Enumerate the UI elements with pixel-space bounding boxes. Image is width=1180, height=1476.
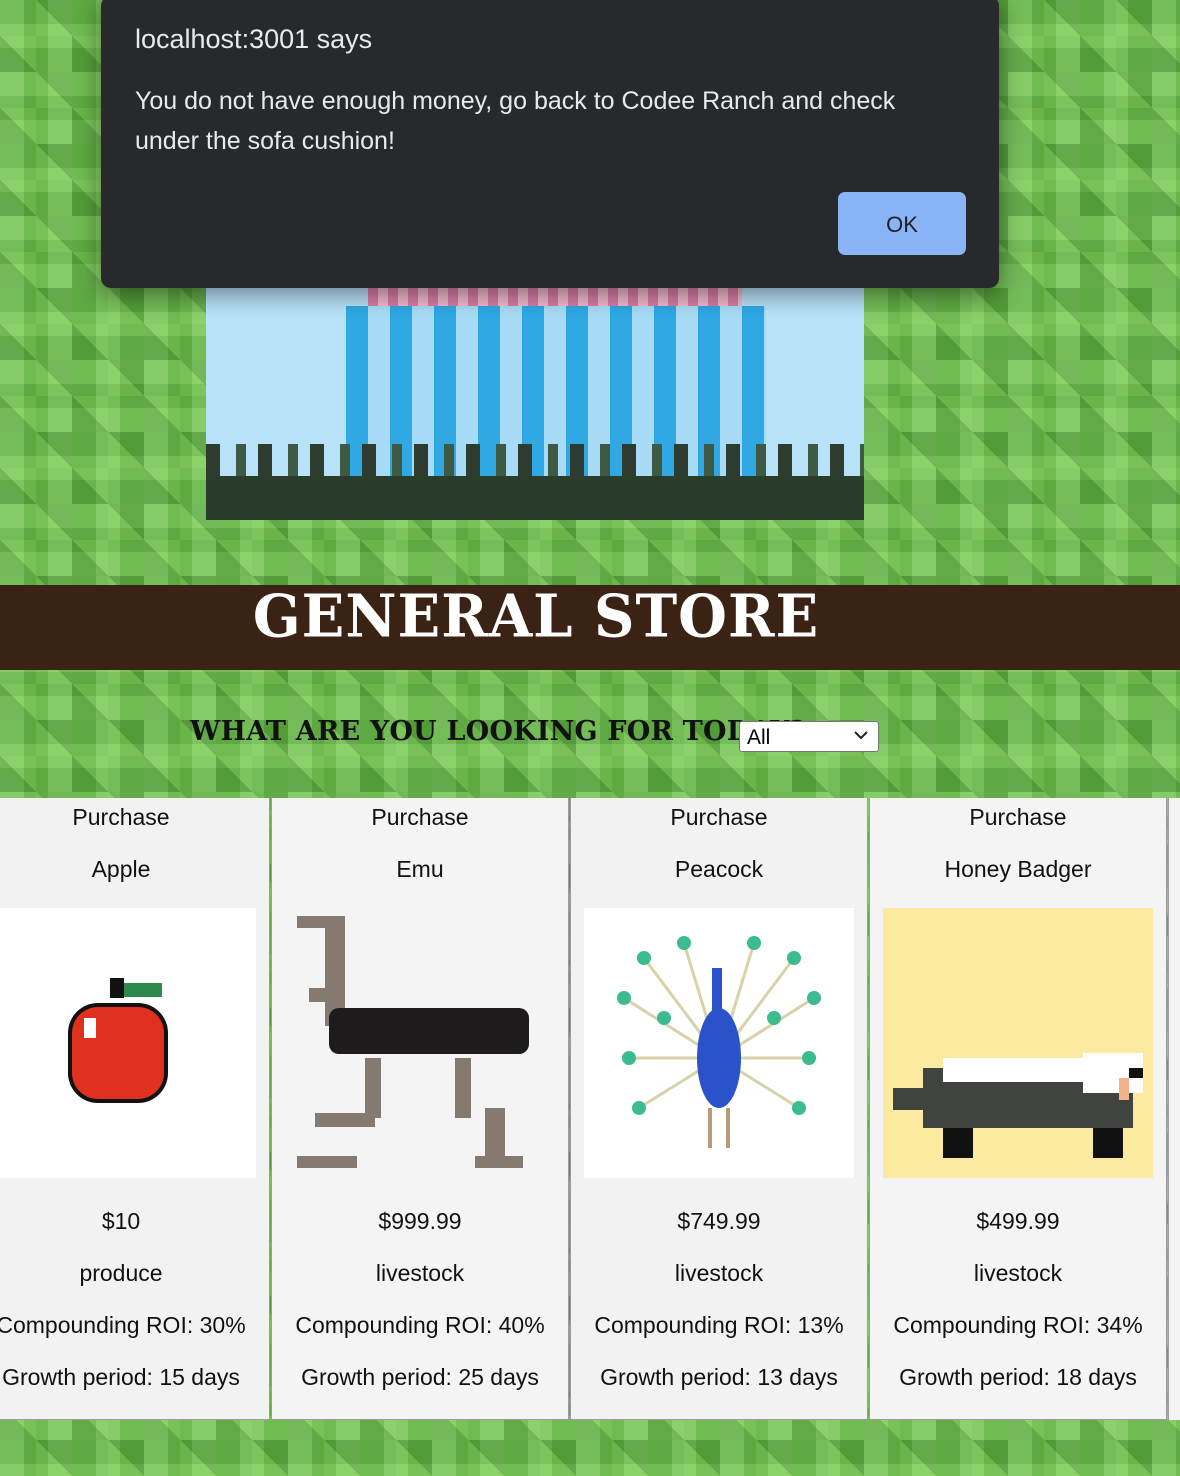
product-roi: Compounding ROI: 40% (295, 1312, 545, 1338)
apple-icon (0, 908, 256, 1178)
product-price: $10 (101, 1208, 141, 1234)
product-price: $999.99 (378, 1208, 462, 1234)
product-roi: Compounding ROI: 30% (0, 1312, 246, 1338)
purchase-link[interactable]: Purchase (571, 804, 867, 831)
product-growth: Growth period: 18 days (899, 1364, 1137, 1390)
product-name: Peacock (674, 856, 764, 882)
product-category: livestock (375, 1260, 465, 1286)
purchase-link[interactable]: Purchase (870, 804, 1166, 831)
purchase-link[interactable]: Purchase (0, 804, 269, 831)
product-category: livestock (674, 1260, 764, 1286)
product-price: $749.99 (677, 1208, 761, 1234)
product-card-apple: Purchase Apple $10 produce Compounding R… (0, 798, 270, 1420)
alert-dialog: localhost:3001 says You do not have enou… (101, 0, 999, 288)
ground (206, 476, 864, 520)
product-category: livestock (973, 1260, 1063, 1286)
product-growth: Growth period: 25 days (301, 1364, 539, 1390)
category-select-value: All (747, 726, 771, 749)
filter-label: WHAT ARE YOU LOOKING FOR TODAY? (190, 716, 806, 747)
product-name: Apple (91, 856, 151, 882)
ok-button[interactable]: OK (838, 192, 966, 255)
product-name: Emu (396, 856, 444, 882)
product-card-honey-badger: Purchase Honey Badger $499.99 livestock … (869, 798, 1167, 1420)
product-grid: Purchase Apple $10 produce Compounding R… (0, 798, 1168, 1420)
bushes (206, 444, 864, 480)
product-card-partial (1168, 798, 1180, 1420)
purchase-link[interactable]: Purchase (272, 804, 568, 831)
honey-badger-icon (883, 908, 1153, 1178)
alert-title: localhost:3001 says (135, 24, 373, 54)
category-select[interactable]: All (739, 721, 879, 752)
storefront-image (206, 248, 864, 520)
product-card-emu: Purchase Emu $999.99 livestock Compoundi… (271, 798, 569, 1420)
product-price: $499.99 (976, 1208, 1060, 1234)
product-name: Honey Badger (944, 856, 1092, 882)
peacock-icon (584, 908, 854, 1178)
product-roi: Compounding ROI: 13% (594, 1312, 844, 1338)
product-card-peacock: Purchase Peacock $749.99 livestock Compo… (570, 798, 868, 1420)
product-category: produce (79, 1260, 163, 1286)
store-banner: GENERAL STORE (0, 581, 1180, 670)
emu-icon (285, 908, 555, 1178)
alert-message: You do not have enough money, go back to… (135, 87, 896, 155)
page-title: GENERAL STORE (252, 581, 820, 652)
product-roi: Compounding ROI: 34% (893, 1312, 1143, 1338)
product-growth: Growth period: 13 days (600, 1364, 838, 1390)
chevron-down-icon (854, 731, 868, 740)
product-growth: Growth period: 15 days (2, 1364, 240, 1390)
